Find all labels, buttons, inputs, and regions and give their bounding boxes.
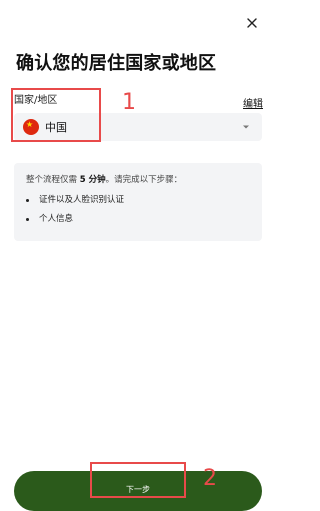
duration-emphasis: 5 分钟 <box>79 175 106 185</box>
annotation-number-2: 2 <box>203 466 217 491</box>
annotation-number-1: 1 <box>122 90 136 115</box>
edit-link[interactable]: 编辑 <box>243 95 263 110</box>
close-button[interactable] <box>241 12 263 34</box>
page-title: 确认您的居住国家或地区 <box>16 53 217 74</box>
bullet-icon <box>26 198 29 202</box>
country-select[interactable]: ★ 中国 <box>14 113 262 141</box>
country-region-label: 国家/地区 <box>14 95 58 106</box>
selected-country: 中国 <box>45 121 67 134</box>
process-info-box: 整个流程仅需 5 分钟。请完成以下步骤： 证件以及人脸识别认证 个人信息 <box>14 163 262 241</box>
close-icon <box>247 18 257 28</box>
list-item: 证件以及人脸识别认证 <box>26 194 250 206</box>
process-intro: 整个流程仅需 5 分钟。请完成以下步骤： <box>26 175 183 185</box>
list-item: 个人信息 <box>26 213 250 225</box>
chevron-down-icon <box>243 125 249 129</box>
next-button-label: 下一步 <box>126 485 150 494</box>
steps-list: 证件以及人脸识别认证 个人信息 <box>26 194 250 225</box>
bullet-icon <box>26 217 29 221</box>
next-button[interactable]: 下一步 <box>14 471 262 511</box>
china-flag-icon: ★ <box>23 119 39 135</box>
